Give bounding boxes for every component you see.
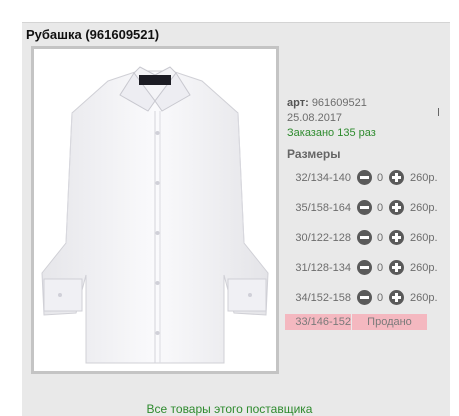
- product-photo-frame[interactable]: [31, 46, 279, 374]
- minus-icon[interactable]: [357, 230, 372, 245]
- price-value: 260р.: [410, 172, 438, 184]
- price-value: 260р.: [410, 202, 438, 214]
- sold-size-label: 33/146-152: [285, 314, 351, 330]
- product-page: Рубашка (961609521) арт: 961609521 25.08…: [0, 0, 459, 416]
- size-row: 31/128-134 0 260р.: [285, 260, 445, 278]
- quantity-value: 0: [376, 292, 384, 304]
- product-title: Рубашка (961609521): [26, 27, 160, 42]
- supplier-products-link[interactable]: Все товары этого поставщика: [0, 402, 459, 416]
- quantity-value: 0: [376, 232, 384, 244]
- size-row: 32/134-140 0 260р.: [285, 170, 445, 188]
- price-value: 260р.: [410, 262, 438, 274]
- plus-icon[interactable]: [389, 290, 404, 305]
- sold-out-badge: Продано: [352, 314, 427, 330]
- shirt-image: [41, 66, 269, 364]
- minus-icon[interactable]: [357, 260, 372, 275]
- price-value: 260р.: [410, 292, 438, 304]
- sizes-title: Размеры: [287, 147, 341, 161]
- product-info: арт: 961609521 25.08.2017 Заказано 135 р…: [287, 96, 376, 141]
- minus-icon[interactable]: [357, 200, 372, 215]
- product-photo[interactable]: [38, 53, 272, 367]
- minus-icon[interactable]: [357, 170, 372, 185]
- plus-icon[interactable]: [389, 170, 404, 185]
- size-row: 34/152-158 0 260р.: [285, 290, 445, 308]
- plus-icon[interactable]: [389, 260, 404, 275]
- ordered-count: Заказано 135 раз: [287, 127, 376, 139]
- plus-icon[interactable]: [389, 200, 404, 215]
- size-label: 32/134-140: [295, 172, 351, 184]
- price-value: 260р.: [410, 232, 438, 244]
- minus-icon[interactable]: [357, 290, 372, 305]
- plus-icon[interactable]: [389, 230, 404, 245]
- article-label: арт:: [287, 97, 309, 109]
- size-label: 34/152-158: [295, 292, 351, 304]
- size-label: 30/122-128: [295, 232, 351, 244]
- quantity-value: 0: [376, 172, 384, 184]
- size-row: 35/158-164 0 260р.: [285, 200, 445, 218]
- size-label: 31/128-134: [295, 262, 351, 274]
- size-label: 35/158-164: [295, 202, 351, 214]
- date-text: 25.08.2017: [287, 112, 343, 124]
- article-line: арт: 961609521: [287, 96, 376, 111]
- article-value: 961609521: [311, 97, 367, 109]
- quantity-value: 0: [376, 262, 384, 274]
- quantity-value: 0: [376, 202, 384, 214]
- divider-tick: [438, 108, 439, 116]
- size-row: 30/122-128 0 260р.: [285, 230, 445, 248]
